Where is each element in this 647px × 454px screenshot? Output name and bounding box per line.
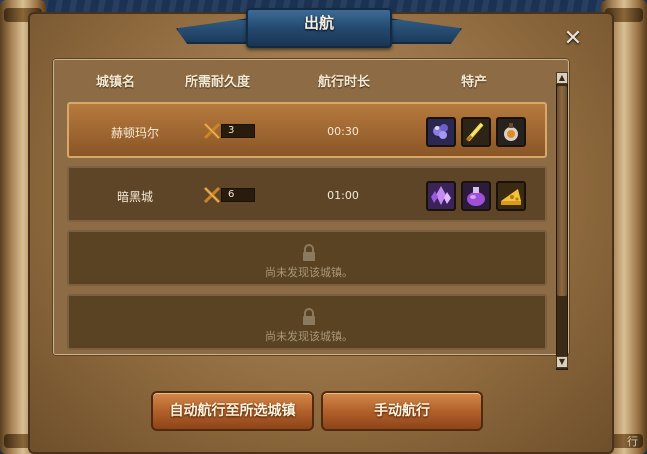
scroll-up-button[interactable]: ▲ [556,72,568,84]
durability-value: 6 [221,188,255,202]
purple-potion-icon[interactable] [461,181,491,211]
auto-sail-button[interactable]: 自动航行至所选城镇 [151,391,314,431]
purple-flower-icon[interactable] [426,117,456,147]
town-name: 赫顿玛尔 [110,126,159,140]
bottle-icon[interactable] [496,117,526,147]
durability-value: 3 [221,124,255,138]
scrollbar-thumb[interactable] [557,86,567,296]
locked-town-row: 尚未发现该城镇。 [67,230,547,286]
locked-town-row: 尚未发现该城镇。 [67,294,547,350]
cheese-icon[interactable] [496,181,526,211]
town-name: 暗黑城 [116,190,153,204]
dialog-title: 出航 [303,14,334,32]
town-row[interactable]: 赫顿玛尔 3 00:30 [67,102,547,158]
purple-crystal-icon[interactable] [426,181,456,211]
close-button[interactable]: ✕ [561,27,585,51]
scroll-down-button[interactable]: ▼ [556,356,568,368]
lock-icon [303,244,315,261]
sail-duration: 01:00 [327,189,359,202]
column-header-town: 城镇名 [96,75,136,90]
crossed-swords-icon [203,122,221,140]
town-row[interactable]: 暗黑城 6 01:00 [67,166,547,222]
undiscovered-text: 尚未发现该城镇。 [265,330,353,343]
manual-sail-button[interactable]: 手动航行 [321,391,483,431]
column-header-duration: 航行时长 [318,75,371,90]
crossed-swords-icon [203,186,221,204]
column-header-durability: 所需耐久度 [185,75,251,90]
sail-duration: 00:30 [327,125,359,138]
column-header-specialty: 特产 [461,75,488,90]
golden-sword-icon[interactable] [461,117,491,147]
lock-icon [303,308,315,325]
undiscovered-text: 尚未发现该城镇。 [265,266,353,279]
corner-label: 行 [627,435,638,448]
